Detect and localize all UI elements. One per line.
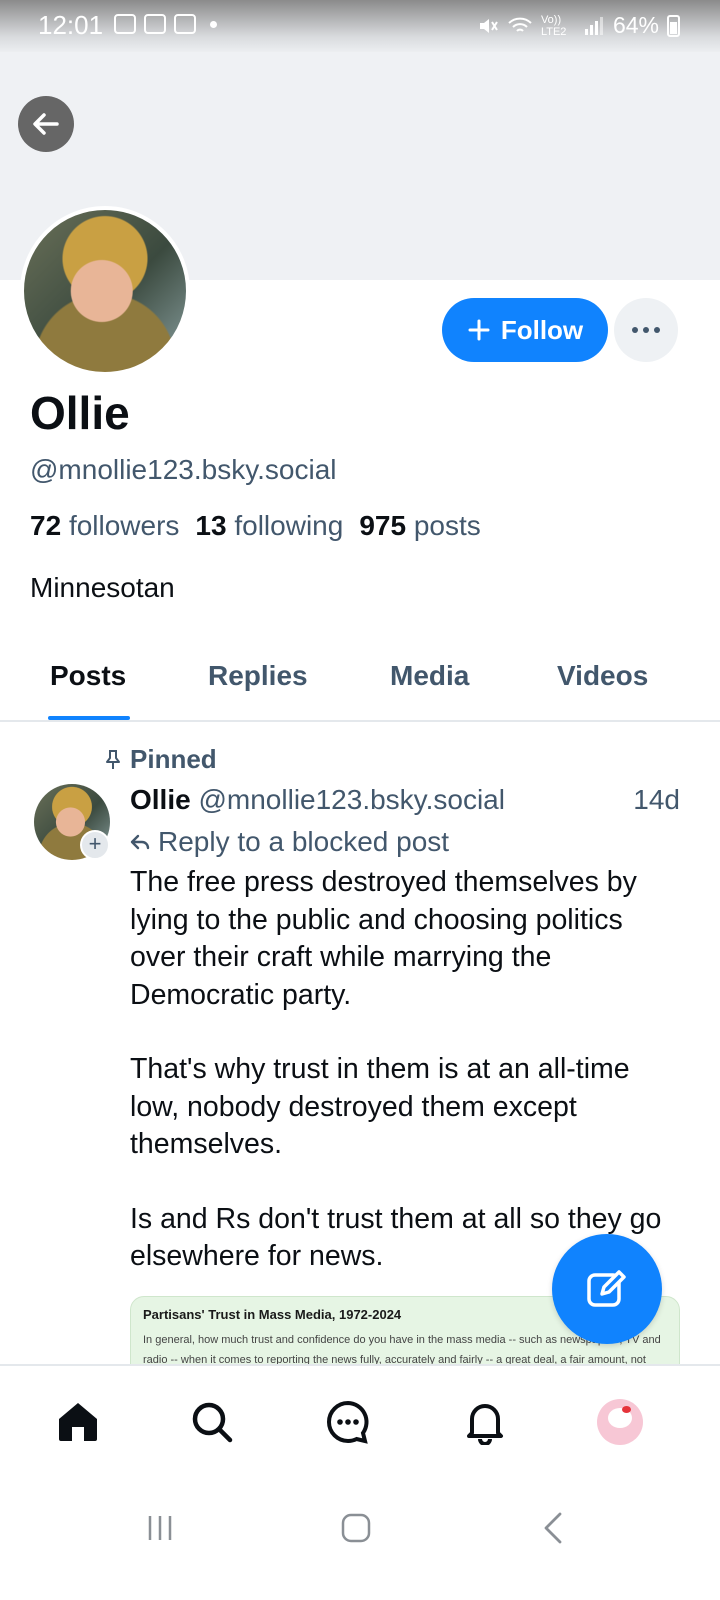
search-icon — [192, 1402, 233, 1443]
recent-apps-icon[interactable] — [142, 1510, 178, 1546]
post-author-handle: @mnollie123.bsky.social — [198, 784, 505, 815]
back-system-icon[interactable] — [536, 1510, 572, 1546]
profile-bio: Minnesotan — [30, 572, 175, 603]
dot — [632, 327, 638, 333]
nav-notifications[interactable] — [455, 1392, 515, 1452]
posts-count: 975 — [359, 510, 407, 541]
following-stat[interactable]: 13 following — [195, 510, 343, 542]
nav-home[interactable] — [48, 1392, 108, 1452]
status-bar: 12:01 Vo)) LTE2 64% — [0, 0, 720, 52]
arrow-left-icon — [33, 113, 59, 135]
status-time: 12:01 — [38, 10, 104, 40]
profile-handle: @mnollie123.bsky.social — [30, 454, 337, 485]
active-tab-indicator — [48, 716, 130, 720]
wifi-icon — [508, 17, 532, 32]
home-icon — [59, 1403, 97, 1441]
post-timestamp: 14d — [633, 784, 680, 815]
battery-percent: 64% — [612, 12, 659, 38]
posts-label: posts — [413, 510, 481, 541]
back-button[interactable] — [18, 96, 74, 152]
pinned-label: Pinned — [130, 744, 217, 774]
tab-replies[interactable]: Replies — [208, 660, 308, 692]
status-right: Vo)) LTE2 64% — [477, 12, 680, 39]
profile-tabs: Posts Replies Media Videos — [0, 640, 720, 722]
bell-icon — [467, 1404, 503, 1445]
dot — [643, 327, 649, 333]
home-system-icon[interactable] — [338, 1510, 374, 1546]
post-author-name: Ollie — [130, 784, 191, 815]
battery-icon — [667, 14, 680, 37]
pinned-indicator: Pinned — [104, 744, 217, 775]
reply-context-label: Reply to a blocked post — [158, 826, 450, 857]
more-notifications-icon — [210, 20, 217, 28]
chat-icon — [327, 1400, 369, 1444]
lte-label: Vo)) LTE2 — [540, 13, 567, 38]
more-options-button[interactable] — [614, 298, 678, 362]
display-name: Ollie — [30, 387, 130, 439]
tab-media[interactable]: Media — [390, 660, 469, 692]
profile-stats: 72 followers 13 following 975 posts — [30, 510, 481, 542]
signal-icon — [584, 16, 603, 35]
following-label: following — [234, 510, 344, 541]
follow-label: Follow — [500, 314, 584, 345]
nav-chat[interactable] — [318, 1392, 378, 1452]
tab-videos[interactable]: Videos — [557, 660, 648, 692]
mute-icon — [479, 18, 498, 33]
profile-avatar[interactable] — [20, 206, 190, 376]
youtube-icon — [144, 14, 166, 34]
post-header[interactable]: Ollie @mnollie123.bsky.social — [130, 784, 680, 816]
reply-arrow-icon — [130, 834, 150, 850]
gallery-icon — [114, 14, 136, 34]
nav-profile[interactable] — [590, 1392, 650, 1452]
pin-icon — [106, 749, 120, 769]
notification-icons — [114, 14, 217, 34]
bottom-navigation — [0, 1364, 720, 1480]
dot — [654, 327, 660, 333]
followers-count: 72 — [30, 510, 62, 541]
tab-posts[interactable]: Posts — [50, 660, 126, 692]
reply-context: Reply to a blocked post — [130, 826, 449, 858]
followers-label: followers — [68, 510, 180, 541]
followers-stat[interactable]: 72 followers — [30, 510, 179, 542]
system-navigation — [0, 1480, 720, 1600]
post-paragraph: The free press destroyed themselves by l… — [130, 866, 637, 1011]
profile-avatar — [597, 1399, 643, 1445]
follow-button[interactable]: Follow — [442, 298, 608, 362]
plus-icon — [468, 319, 490, 341]
posts-stat: 975 posts — [359, 510, 480, 542]
voicemail-icon — [174, 14, 196, 34]
post-paragraph: That's why trust in them is at an all-ti… — [130, 1053, 630, 1160]
following-count: 13 — [195, 510, 227, 541]
compose-post-button[interactable] — [552, 1234, 662, 1344]
follow-plus-badge[interactable]: + — [80, 830, 110, 860]
nav-search[interactable] — [182, 1392, 242, 1452]
compose-icon — [587, 1270, 626, 1307]
